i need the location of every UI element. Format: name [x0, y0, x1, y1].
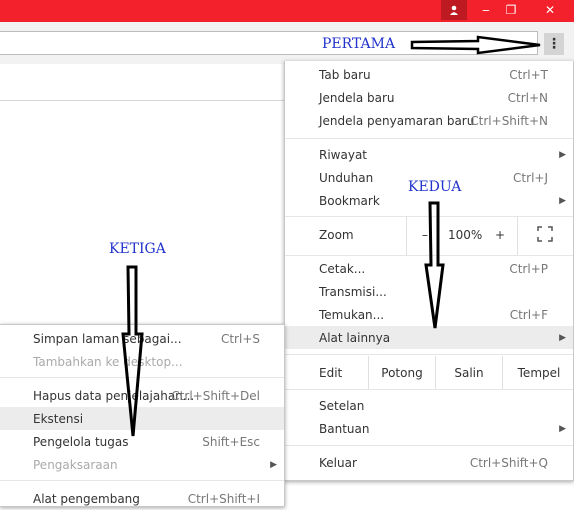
- arrow-ketiga: [121, 265, 144, 437]
- arrow-kedua: [424, 201, 445, 329]
- annotation-kedua: KEDUA: [408, 179, 462, 195]
- arrow-pertama: [410, 35, 541, 55]
- annotation-pertama: PERTAMA: [322, 36, 396, 52]
- annotation-arrows: [121, 35, 541, 437]
- annotation-ketiga: KETIGA: [109, 241, 166, 257]
